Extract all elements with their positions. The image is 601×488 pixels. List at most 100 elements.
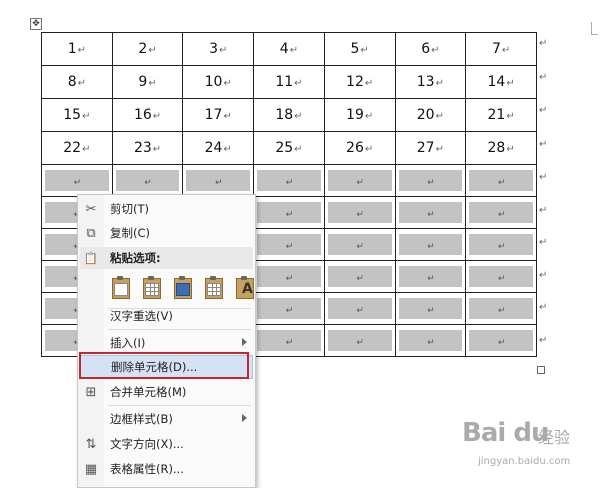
- menu-item-insert[interactable]: 插入(I): [80, 332, 253, 354]
- keep-source-formatting-icon[interactable]: [108, 275, 134, 301]
- menu-item-hanzi-reselect[interactable]: 汉字重选(V): [80, 305, 253, 327]
- menu-item-border-style[interactable]: 边框样式(B): [80, 408, 253, 430]
- table-cell[interactable]: 16↵: [111, 98, 184, 132]
- table-cell-selected[interactable]: ↵: [253, 164, 325, 197]
- cell-end-mark: ↵: [82, 144, 91, 155]
- table-cell-selected[interactable]: ↵: [323, 228, 396, 261]
- cell-end-mark: ↵: [360, 45, 369, 56]
- table-cell-selected[interactable]: ↵: [394, 196, 467, 229]
- table-cell-selected[interactable]: ↵: [465, 164, 537, 197]
- cell-end-mark: ↵: [427, 209, 435, 220]
- menu-item-copy[interactable]: ⧉ 复制(C): [80, 222, 253, 244]
- cell-end-mark: ↵: [497, 273, 506, 284]
- paste-options-row: A: [108, 275, 258, 303]
- context-menu: ✂ 剪切(T) ⧉ 复制(C) 📋 粘贴选项: A 汉字重选(V) 插入(I) …: [77, 194, 256, 488]
- copy-icon: ⧉: [86, 225, 96, 241]
- table-cell[interactable]: 25↵: [253, 131, 325, 165]
- table-cell-selected[interactable]: ↵: [253, 324, 325, 357]
- cell-end-mark: ↵: [73, 177, 82, 188]
- table-cell[interactable]: 7↵: [465, 32, 537, 66]
- table-cell[interactable]: 20↵: [394, 98, 467, 132]
- row-end-mark: ↵: [539, 302, 548, 313]
- table-cell[interactable]: 5↵: [323, 32, 396, 66]
- table-cell-selected[interactable]: ↵: [41, 164, 113, 197]
- cell-end-mark: ↵: [82, 111, 91, 122]
- table-cell-selected[interactable]: ↵: [465, 292, 537, 325]
- table-cell[interactable]: 14↵: [465, 65, 537, 99]
- cell-end-mark: ↵: [506, 78, 515, 89]
- table-move-handle-icon[interactable]: ✥: [30, 18, 42, 30]
- cell-value: 4: [279, 41, 289, 57]
- table-cell-selected[interactable]: ↵: [394, 260, 467, 293]
- table-cell[interactable]: 24↵: [182, 131, 255, 165]
- menu-item-merge-cells[interactable]: ⊞ 合并单元格(M): [80, 381, 253, 403]
- keep-text-only-icon[interactable]: A: [232, 275, 258, 301]
- cell-end-mark: ↵: [285, 241, 294, 252]
- table-cell[interactable]: 23↵: [111, 131, 184, 165]
- table-cell[interactable]: 21↵: [465, 98, 537, 132]
- merge-table-icon[interactable]: [139, 275, 165, 301]
- table-cell[interactable]: 22↵: [41, 131, 113, 165]
- table-cell[interactable]: 1↵: [41, 32, 113, 66]
- table-cell-selected[interactable]: ↵: [323, 196, 396, 229]
- menu-item-cut[interactable]: ✂ 剪切(T): [80, 198, 253, 220]
- row-end-mark: ↵: [539, 38, 548, 49]
- menu-item-text-direction[interactable]: ⇅ 文字方向(X)...: [80, 433, 253, 455]
- cell-value: 1: [67, 41, 77, 57]
- table-cell[interactable]: 11↵: [253, 65, 325, 99]
- cell-end-mark: ↵: [77, 78, 86, 89]
- table-cell-selected[interactable]: ↵: [253, 260, 325, 293]
- cell-end-mark: ↵: [427, 241, 435, 252]
- table-cell-selected[interactable]: ↵: [253, 228, 325, 261]
- table-cell[interactable]: 9↵: [111, 65, 184, 99]
- cell-end-mark: ↵: [501, 45, 511, 56]
- table-resize-handle[interactable]: [537, 366, 545, 374]
- table-cell-selected[interactable]: ↵: [394, 292, 467, 325]
- table-cell-selected[interactable]: ↵: [182, 164, 255, 197]
- table-cell-selected[interactable]: ↵: [465, 324, 537, 357]
- cell-value: 14: [487, 74, 506, 90]
- table-cell[interactable]: 6↵: [394, 32, 467, 66]
- table-cell-selected[interactable]: ↵: [253, 196, 325, 229]
- table-cell[interactable]: 8↵: [41, 65, 113, 99]
- table-cell-selected[interactable]: ↵: [111, 164, 184, 197]
- cell-value: 22: [63, 140, 82, 156]
- menu-item-table-properties[interactable]: ▦ 表格属性(R)...: [80, 458, 253, 480]
- table-cell-selected[interactable]: ↵: [465, 260, 537, 293]
- table-cell-selected[interactable]: ↵: [465, 196, 537, 229]
- table-cell[interactable]: 28↵: [465, 131, 537, 165]
- table-cell-selected[interactable]: ↵: [394, 324, 467, 357]
- table-cell[interactable]: 3↵: [182, 32, 255, 66]
- menu-separator: [108, 405, 251, 406]
- baidu-logo: Bai du: [462, 418, 549, 448]
- table-cell-selected[interactable]: ↵: [253, 292, 325, 325]
- table-cell-selected[interactable]: ↵: [465, 228, 537, 261]
- cell-end-mark: ↵: [364, 144, 374, 155]
- cell-end-mark: ↵: [214, 177, 223, 188]
- table-cell-selected[interactable]: ↵: [323, 324, 396, 357]
- cell-end-mark: ↵: [427, 337, 435, 348]
- cell-end-mark: ↵: [427, 305, 435, 316]
- cell-end-mark: ↵: [364, 111, 374, 122]
- table-cell[interactable]: 10↵: [182, 65, 255, 99]
- table-cell-selected[interactable]: ↵: [394, 164, 467, 197]
- table-cell-selected[interactable]: ↵: [394, 228, 467, 261]
- table-cell[interactable]: 15↵: [41, 98, 113, 132]
- table-cell[interactable]: 12↵: [323, 65, 396, 99]
- table-cell[interactable]: 27↵: [394, 131, 467, 165]
- row-end-mark: ↵: [539, 269, 548, 281]
- insert-as-new-rows-icon[interactable]: [201, 275, 227, 301]
- table-cell-selected[interactable]: ↵: [323, 260, 396, 293]
- table-cell-selected[interactable]: ↵: [323, 292, 396, 325]
- table-cell[interactable]: 2↵: [111, 32, 184, 66]
- table-cell[interactable]: 17↵: [182, 98, 255, 132]
- table-cell[interactable]: 13↵: [394, 65, 467, 99]
- table-cell-selected[interactable]: ↵: [323, 164, 396, 197]
- cell-end-mark: ↵: [223, 111, 232, 122]
- nest-table-icon[interactable]: [170, 275, 196, 301]
- table-row-selected: ↵ ↵ ↵ ↵ ↵ ↵ ↵: [41, 164, 537, 197]
- table-cell[interactable]: 18↵: [253, 98, 325, 132]
- table-cell[interactable]: 4↵: [253, 32, 325, 66]
- table-cell[interactable]: 19↵: [323, 98, 396, 132]
- table-cell[interactable]: 26↵: [323, 131, 396, 165]
